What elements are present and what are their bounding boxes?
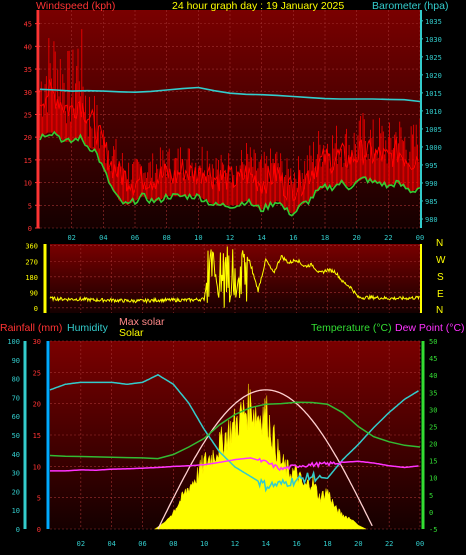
wind-x-tick-label: 14: [257, 234, 265, 242]
temperature-tick-label: 45: [429, 355, 437, 363]
solar-legend: Solar: [119, 327, 144, 339]
humidity-tick-label: 40: [12, 451, 20, 459]
humidity-tick-label: 0: [16, 526, 20, 534]
barometer-tick-label: 985: [425, 198, 438, 206]
humidity-tick-label: 90: [12, 357, 20, 365]
direction-panel: 0 90 180 270 360 N W S E N: [25, 238, 446, 316]
wind-x-tick-label: 00: [416, 234, 424, 242]
temperature-tick-label: -5: [429, 526, 437, 534]
wind-x-tick-label: 04: [99, 234, 107, 242]
weather-graph: 05101520253035404502 04 06 08 10 12 14 16 18 20 22…: [0, 0, 465, 548]
temp-x-tick-label: 12: [231, 540, 239, 548]
temp-panel: 0 5 10 15 20 25 30 0 10 20 30 40 50 60 70 80 90 100 -5 0 5 10…: [0, 316, 465, 548]
humidity-tick-label: 80: [12, 376, 20, 384]
temperature-tick-label: 40: [429, 372, 437, 380]
windspeed-tick-label: 25: [24, 111, 32, 119]
temperature-tick-label: 10: [429, 475, 437, 483]
wind-x-tick-label: 16: [289, 234, 297, 242]
temperature-tick-label: 20: [429, 441, 437, 449]
wind-panel: 05101520253035404502 04 06 08 10 12 14 16 18 20 22…: [24, 0, 449, 242]
compass-e: E: [437, 289, 444, 300]
windspeed-tick-label: 45: [24, 21, 32, 29]
windspeed-tick-label: 20: [24, 134, 32, 142]
temp-x-tick-label: 02: [77, 540, 85, 548]
rainfall-tick-label: 30: [33, 338, 41, 346]
humidity-tick-label: 70: [12, 394, 20, 402]
barometer-tick-label: 1020: [425, 72, 442, 80]
barometer-tick-label: 980: [425, 216, 438, 224]
wind-x-tick-label: 10: [194, 234, 202, 242]
wind-x-tick-label: 20: [352, 234, 360, 242]
wind-x-tick-label: 02: [67, 234, 75, 242]
windspeed-tick-label: 40: [24, 43, 32, 51]
direction-tick-label: 180: [25, 274, 38, 282]
rainfall-tick-label: 0: [37, 526, 41, 534]
wind-x-tick-label: 22: [384, 234, 392, 242]
rainfall-tick-label: 15: [33, 432, 41, 440]
temperature-tick-label: 15: [429, 458, 437, 466]
windspeed-tick-label: 15: [24, 157, 32, 165]
barometer-tick-label: 1010: [425, 108, 442, 116]
temp-x-tick-label: 08: [169, 540, 177, 548]
temp-x-tick-label: 04: [107, 540, 115, 548]
compass-n-bottom: N: [436, 305, 443, 316]
temperature-tick-label: 50: [429, 338, 437, 346]
rainfall-tick-label: 10: [33, 463, 41, 471]
barometer-tick-label: 1005: [425, 126, 442, 134]
barometer-tick-label: 990: [425, 180, 438, 188]
chart-title: 24 hour graph day : 19 January 2025: [172, 0, 344, 12]
temperature-tick-label: 5: [429, 492, 433, 500]
humidity-tick-label: 10: [12, 507, 20, 515]
compass-s: S: [437, 272, 444, 283]
barometer-tick-label: 1025: [425, 54, 442, 62]
humidity-tick-label: 100: [7, 338, 20, 346]
humidity-tick-label: 60: [12, 413, 20, 421]
barometer-tick-label: 1015: [425, 90, 442, 98]
windspeed-tick-label: 30: [24, 89, 32, 97]
wind-x-tick-label: 06: [131, 234, 139, 242]
temperature-tick-label: 35: [429, 389, 437, 397]
temperature-tick-label: 25: [429, 423, 437, 431]
wind-x-tick-label: 18: [321, 234, 329, 242]
rainfall-tick-label: 20: [33, 401, 41, 409]
barometer-axis-label: Barometer (hpa): [372, 0, 448, 12]
humidity-axis-label: Humidity: [67, 322, 109, 334]
temp-x-tick-label: 10: [200, 540, 208, 548]
compass-w: W: [436, 255, 446, 266]
temp-x-tick-label: 22: [385, 540, 393, 548]
rainfall-tick-label: 25: [33, 369, 41, 377]
direction-tick-label: 360: [25, 243, 38, 251]
wind-x-tick-label: 12: [226, 234, 234, 242]
temp-x-tick-label: 20: [354, 540, 362, 548]
barometer-tick-label: 1030: [425, 36, 442, 44]
rainfall-tick-label: 5: [37, 495, 41, 503]
temperature-tick-label: 30: [429, 406, 437, 414]
barometer-tick-label: 1000: [425, 144, 442, 152]
compass-n-top: N: [436, 238, 443, 249]
temperature-tick-label: 0: [429, 509, 433, 517]
humidity-tick-label: 20: [12, 488, 20, 496]
rainfall-axis-label: Rainfall (mm): [0, 322, 62, 334]
temp-x-tick-label: 18: [323, 540, 331, 548]
humidity-tick-label: 30: [12, 470, 20, 478]
temp-x-tick-label: 00: [416, 540, 424, 548]
direction-tick-label: 270: [25, 258, 38, 266]
barometer-tick-label: 995: [425, 162, 438, 170]
temp-x-tick-label: 06: [138, 540, 146, 548]
dewpoint-axis-label: Dew Point (°C): [395, 322, 465, 334]
temperature-axis-label: Temperature (°C): [311, 322, 392, 334]
windspeed-axis-label: Windspeed (kph): [36, 0, 115, 12]
direction-tick-label: 90: [30, 289, 38, 297]
wind-x-tick-label: 08: [162, 234, 170, 242]
barometer-tick-label: 1035: [425, 18, 442, 26]
temp-x-tick-label: 14: [262, 540, 270, 548]
windspeed-tick-label: 35: [24, 66, 32, 74]
direction-tick-label: 0: [34, 305, 38, 313]
windspeed-tick-label: 5: [28, 202, 32, 210]
windspeed-tick-label: 10: [24, 180, 32, 188]
humidity-tick-label: 50: [12, 432, 20, 440]
temp-x-tick-label: 16: [292, 540, 300, 548]
windspeed-tick-label: 0: [28, 225, 32, 233]
